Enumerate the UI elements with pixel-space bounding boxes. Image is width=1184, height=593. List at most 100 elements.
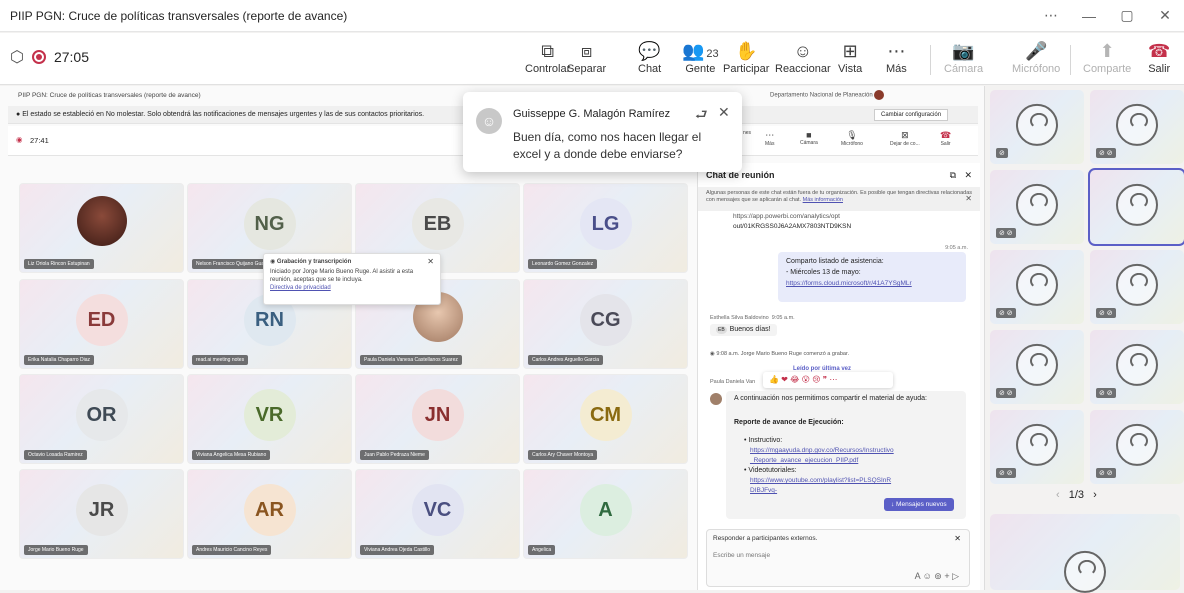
dismiss-icon[interactable]: ✕	[965, 195, 972, 203]
participant-tile[interactable]: JR Jorge Mario Bueno Ruge	[19, 469, 184, 559]
video-tile[interactable]: ⊘ ⊘	[990, 170, 1084, 244]
micrófono-button[interactable]: 🎤 Micrófono	[1012, 39, 1060, 75]
prev-link-1[interactable]: https://app.powerbi.com/analytics/opt	[733, 212, 840, 222]
popout-icon[interactable]: ⧉	[950, 170, 956, 181]
video-tile[interactable]: ⊘ ⊘	[1090, 330, 1184, 404]
participant-name: Juan Pablo Pedraza Nieme	[360, 450, 429, 460]
participant-tile[interactable]: CG Carlos Andres Arguello Garcia	[523, 279, 688, 369]
toolbar-label: Reaccionar	[775, 63, 831, 75]
video-tile[interactable]: ⊘ ⊘	[990, 410, 1084, 484]
toolbar-label: Cámara	[944, 63, 984, 75]
leave-icon: ☎	[1148, 41, 1171, 61]
close-button[interactable]: ✕	[1146, 7, 1184, 24]
more-info-link[interactable]: Más información	[803, 197, 843, 203]
video-tile[interactable]: ⊘ ⊘	[990, 250, 1084, 324]
eb-author: Esthella Silva Baldovino 9:05 a.m.	[710, 315, 795, 321]
participant-tile[interactable]: Liz Oriola Rincon Estupinan	[19, 183, 184, 273]
divider	[1070, 45, 1071, 75]
video-tile[interactable]: ⊘ ⊘	[990, 330, 1084, 404]
youtube-link[interactable]: https://www.youtube.com/playlist?list=PL…	[734, 476, 894, 496]
avatar-icon	[1116, 423, 1158, 466]
toolbar-label: Gente	[685, 63, 716, 75]
participant-tile[interactable]: CM Carlos Ary Chaver Montoya	[523, 374, 688, 464]
participant-tile[interactable]: VC Viviana Andrea Ojeda Castillo	[355, 469, 520, 559]
avatar-icon	[1016, 183, 1058, 226]
inner-button-5[interactable]: ☎ Salir	[940, 130, 951, 147]
close-icon[interactable]: ✕	[718, 104, 730, 121]
chat-button[interactable]: 💬 Chat	[638, 39, 661, 75]
inner-button-1[interactable]: ⋯ Más	[765, 130, 774, 147]
close-reply-icon[interactable]: ✕	[954, 534, 961, 543]
reply-icon[interactable]: ⮐	[695, 104, 708, 128]
self-view-tile[interactable]	[990, 514, 1180, 593]
toolbar-label: Chat	[638, 63, 662, 75]
close-icon[interactable]: ✕	[427, 258, 434, 266]
separar-button[interactable]: ⧈ Separar	[567, 39, 606, 75]
participant-initials: CM	[579, 389, 632, 441]
muted-icon: ⊘ ⊘	[1096, 468, 1116, 478]
participant-tile[interactable]: A Angelica	[523, 469, 688, 559]
compose-box: Responder a participantes externos. ✕ Es…	[706, 529, 970, 587]
comparte-button[interactable]: ⬆ Comparte	[1083, 39, 1131, 75]
inner-button-icon: ☎	[940, 130, 952, 140]
more-icon: ⋯	[887, 41, 906, 61]
participant-name: Liz Oriola Rincon Estupinan	[24, 259, 94, 269]
maximize-button[interactable]: ▢	[1108, 7, 1146, 24]
video-tile[interactable]: ⊘	[990, 90, 1084, 164]
meeting-chat-panel: Chat de reunión ⧉ ✕ Algunas personas de …	[697, 163, 980, 590]
cámara-button[interactable]: 📷 Cámara	[944, 39, 983, 75]
inner-button-2[interactable]: ■ Cámara	[800, 130, 818, 146]
video-tile[interactable]: ⊘ ⊘	[1090, 410, 1184, 484]
inner-button-0[interactable]: nes	[743, 130, 751, 136]
reaction-bar[interactable]: 👍 ❤ 😂 😮 😢 ❞ ⋯	[763, 372, 893, 388]
share-icon: ⬆	[1099, 41, 1115, 61]
salir-button[interactable]: ☎ Salir	[1148, 39, 1170, 75]
attendance-link[interactable]: https://forms.cloud.microsoft/r/41A7YSgM…	[786, 278, 958, 289]
más-button[interactable]: ⋯ Más	[886, 39, 907, 75]
control-icon: ⧉	[541, 41, 555, 61]
inner-button-3[interactable]: 🎙 Micrófono	[841, 130, 863, 147]
participar-button[interactable]: ✋ Participar	[723, 39, 769, 75]
video-tile[interactable]: ⊘ ⊘	[1090, 90, 1184, 164]
window-title: PIIP PGN: Cruce de políticas transversal…	[10, 8, 348, 23]
privacy-link[interactable]: Directiva de privacidad	[270, 284, 434, 292]
video-tile[interactable]: ⊘ ⊘	[1090, 250, 1184, 324]
message-input[interactable]: Escribe un mensaje	[713, 552, 770, 559]
participant-tile[interactable]: AR Andres Mauricio Cancino Reyes	[187, 469, 352, 559]
muted-icon: ⊘ ⊘	[1096, 148, 1116, 158]
instructivo-link[interactable]: https://mgaayuda.dnp.gov.co/Recursos/Ins…	[734, 446, 894, 466]
gente-button[interactable]: 👥 23 Gente	[682, 39, 719, 75]
participant-tile[interactable]: LG Leonardo Gomez Gonzalez	[523, 183, 688, 273]
video-tile[interactable]	[1088, 168, 1184, 246]
compose-tools-icon[interactable]: A ☺ ⊚ + ▷	[915, 571, 959, 582]
chat-notification-toast[interactable]: ☺ Guisseppe G. Malagón Ramírez ⮐ ✕ Buen …	[463, 92, 742, 172]
chat-icon: 💬	[638, 41, 661, 61]
avatar-icon	[1016, 343, 1058, 386]
new-messages-button[interactable]: ↓ Mensajes nuevos	[884, 498, 954, 511]
toolbar-label: Micrófono	[1012, 63, 1061, 75]
participant-tile[interactable]: ED Erika Natalia Chaparro Diaz	[19, 279, 184, 369]
close-chat-icon[interactable]: ✕	[964, 170, 972, 181]
participant-tile[interactable]: OR Octavio Losada Ramirez	[19, 374, 184, 464]
divider	[930, 45, 931, 75]
next-page-icon[interactable]: ›	[1093, 489, 1097, 501]
change-settings-button[interactable]: Cambiar configuración	[874, 109, 949, 121]
avatar-icon	[1116, 103, 1158, 146]
inner-button-icon: 🎙	[846, 130, 858, 140]
participant-photo	[76, 196, 127, 246]
participant-strip: ⊘ ⊘ ⊘ ⊘ ⊘ ⊘ ⊘ ⊘ ⊘ ⊘ ⊘ ⊘ ⊘ ⊘ ⊘ ⊘ ⊘ ‹ 1/3 ›	[986, 86, 1184, 593]
participant-initials: A	[579, 484, 632, 536]
more-options-icon[interactable]: ⋯	[1032, 7, 1070, 24]
reaccionar-button[interactable]: ☺ Reaccionar	[775, 39, 831, 75]
shield-icon: ⬡	[10, 49, 24, 66]
controlar-button[interactable]: ⧉ Controlar	[525, 39, 570, 75]
minimize-button[interactable]: —	[1070, 8, 1108, 24]
prev-link-2[interactable]: out/01KRGSS0J6A2AMX7803NTD9KSN	[733, 222, 851, 232]
avatar-icon	[1116, 183, 1158, 226]
prev-page-icon[interactable]: ‹	[1056, 489, 1060, 501]
view-icon: ⊞	[842, 41, 858, 61]
participant-tile[interactable]: JN Juan Pablo Pedraza Nieme	[355, 374, 520, 464]
vista-button[interactable]: ⊞ Vista	[838, 39, 862, 75]
participant-tile[interactable]: VR Viviana Angelica Mesa Rubiano	[187, 374, 352, 464]
inner-button-4[interactable]: ⊠ Dejar de co...	[890, 130, 920, 147]
